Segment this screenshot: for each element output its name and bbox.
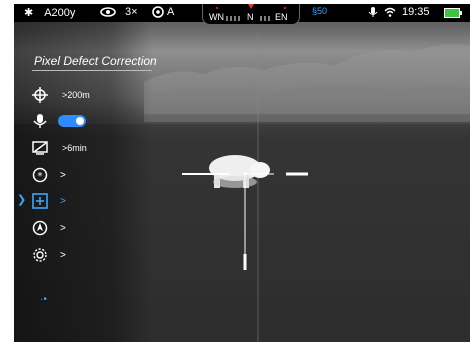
wifi-icon — [384, 7, 396, 17]
selection-indicator-icon: ❯ — [17, 194, 27, 206]
chevron-right-icon: > — [60, 222, 66, 234]
zoom-value: 3× — [125, 6, 138, 18]
microphone-toggle[interactable] — [58, 115, 86, 127]
eye-icon — [100, 7, 116, 17]
menu-title-underline — [32, 70, 152, 71]
compass-ticks — [216, 4, 286, 21]
menu-item-pixel-correction[interactable]: > — [32, 192, 142, 210]
thermal-view: ✱ A200y 3× A §50 19:35 WN N EN Pixel Def… — [14, 4, 470, 342]
microphone-icon — [33, 114, 47, 128]
menu-item-microphone[interactable] — [32, 112, 142, 130]
svg-text:*: * — [38, 171, 43, 182]
menu-title: Pixel Defect Correction — [34, 54, 157, 68]
menu-item-compass[interactable]: > — [32, 219, 142, 237]
menu-item-display-off[interactable]: >6min — [32, 139, 142, 157]
asterisk-circle-icon: * — [32, 167, 48, 183]
display-off-value: >6min — [62, 143, 87, 153]
compass-strip: WN N EN — [202, 4, 300, 25]
rangefinder-value: >200m — [62, 90, 90, 100]
display-off-icon — [32, 141, 48, 155]
page-indicator: ·• — [40, 294, 47, 305]
chevron-right-icon: > — [60, 195, 66, 207]
microphone-icon — [368, 7, 378, 17]
sun-icon: ✱ — [24, 7, 34, 19]
crosshair-icon — [32, 87, 48, 103]
pixel-correction-icon — [32, 193, 48, 209]
calibration-mode: A — [167, 6, 175, 18]
chevron-right-icon: > — [60, 169, 66, 181]
menu-item-rangefinder[interactable]: >200m — [32, 86, 142, 104]
compass-icon — [32, 220, 48, 236]
chevron-right-icon: > — [60, 249, 66, 261]
mode-label: A200y — [44, 6, 76, 19]
battery-icon — [444, 8, 462, 18]
menu-item-advanced[interactable]: * > — [32, 166, 142, 184]
clock: 19:35 — [402, 6, 430, 18]
gear-shutter-icon — [152, 6, 164, 18]
gear-icon — [33, 248, 47, 262]
menu-item-settings[interactable]: > — [32, 246, 142, 264]
rec-label: §50 — [312, 6, 328, 16]
